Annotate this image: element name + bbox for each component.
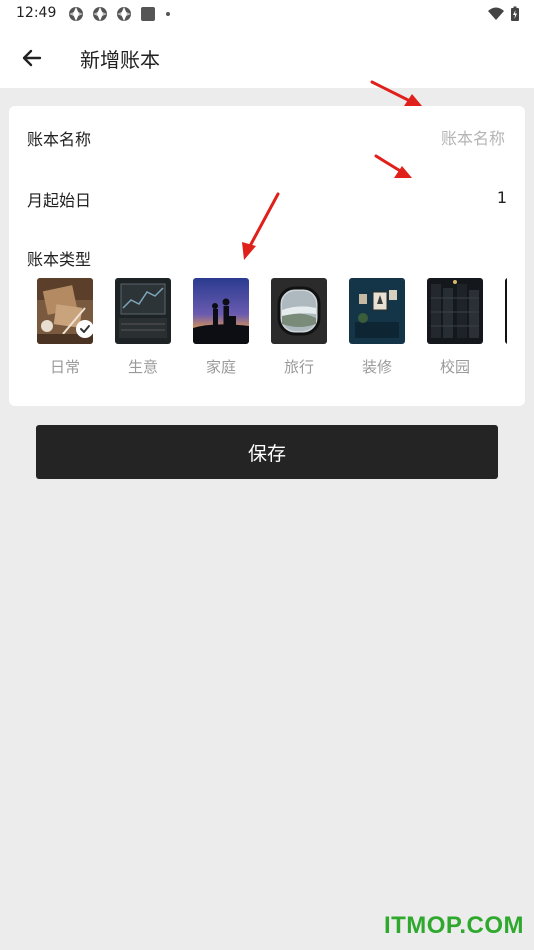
annotation-arrow-icon <box>370 80 422 106</box>
type-option-business[interactable]: 生意 <box>115 278 171 377</box>
type-label: 家庭 <box>205 358 236 376</box>
type-option-daily[interactable]: 日常 <box>37 278 93 377</box>
annotation-arrow-icon <box>374 154 412 178</box>
type-option-decoration[interactable]: 装修 <box>349 278 405 377</box>
status-bar: 12:49 <box>0 0 534 28</box>
type-label: 装修 <box>361 358 392 376</box>
arrow-left-icon <box>22 49 42 67</box>
type-label: 校园 <box>439 358 470 376</box>
notification-icons <box>68 6 172 22</box>
system-status-icons <box>488 6 520 22</box>
watermark-text: ITMOP.COM <box>383 912 524 939</box>
dot-icon <box>166 12 170 16</box>
start-day-label: 月起始日 <box>27 191 92 210</box>
ledger-type-label: 账本类型 <box>27 250 92 269</box>
ledger-name-label: 账本名称 <box>27 130 92 149</box>
type-label: 生意 <box>127 358 158 376</box>
type-option-more[interactable] <box>505 278 507 344</box>
type-label: 日常 <box>49 358 80 376</box>
wifi-icon <box>488 7 504 20</box>
start-day-value[interactable]: 1 <box>497 188 507 207</box>
app-notification-icon <box>69 7 83 21</box>
app-notification-icon <box>93 7 107 21</box>
type-thumbnail <box>193 278 249 344</box>
type-thumbnail <box>349 278 405 344</box>
type-thumbnail <box>115 278 171 344</box>
ledger-type-list: 日常 生意 家庭 旅行 装修 校园 <box>37 278 507 378</box>
save-button[interactable]: 保存 <box>36 425 498 479</box>
type-option-travel[interactable]: 旅行 <box>271 278 327 377</box>
type-thumbnail <box>505 278 507 344</box>
app-notification-icon <box>117 7 131 21</box>
type-thumbnail <box>271 278 327 344</box>
page-title: 新增账本 <box>80 48 160 72</box>
annotation-arrow-icon <box>242 192 280 260</box>
app-bar: 新增账本 <box>0 28 534 88</box>
status-time: 12:49 <box>16 5 57 21</box>
type-label: 旅行 <box>283 358 314 376</box>
battery-icon <box>511 6 519 21</box>
ledger-name-input[interactable] <box>283 125 507 151</box>
type-option-family[interactable]: 家庭 <box>193 278 249 377</box>
selected-check-icon <box>76 320 93 338</box>
type-option-campus[interactable]: 校园 <box>427 278 483 377</box>
back-button[interactable] <box>18 44 46 72</box>
square-notification-icon <box>141 7 155 21</box>
type-thumbnail <box>427 278 483 344</box>
type-thumbnail <box>37 278 93 344</box>
